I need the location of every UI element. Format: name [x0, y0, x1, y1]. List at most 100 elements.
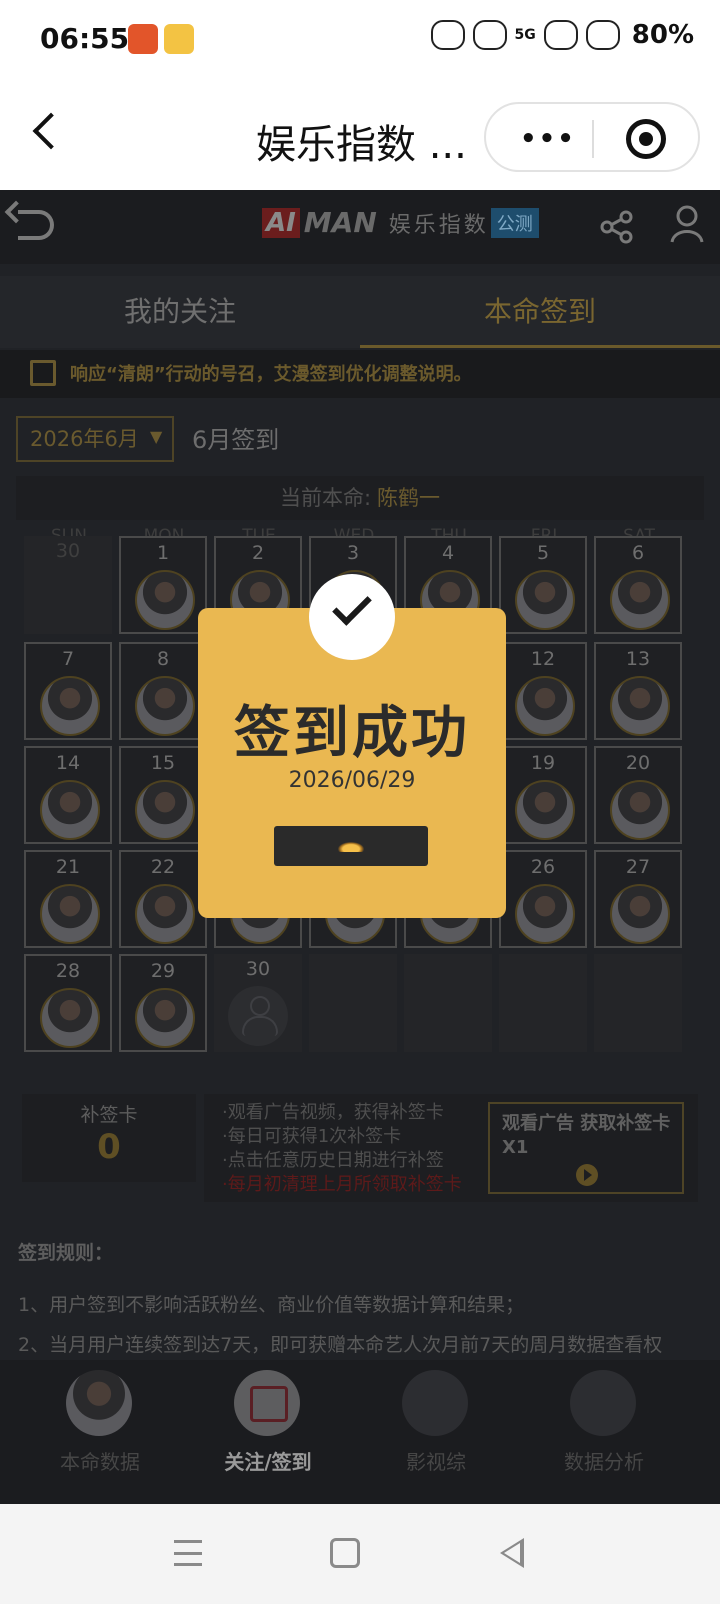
modal-date: 2026/06/29: [288, 768, 416, 793]
watch-ad-button[interactable]: 观看广告 获取补签卡X1: [488, 1102, 684, 1194]
nav-label: 关注/签到: [224, 1450, 312, 1474]
check-icon: [332, 586, 372, 626]
calendar-day-empty: [594, 954, 682, 1052]
avatar: [66, 1370, 132, 1436]
calendar-day-21[interactable]: 21: [24, 850, 112, 948]
notice-banner[interactable]: 响应“清朗”行动的号召，艾漫签到优化调整说明。: [0, 350, 720, 398]
calendar-day-19[interactable]: 19: [499, 746, 587, 844]
calendar-day-8[interactable]: 8: [119, 642, 207, 740]
notice-text: 响应“清朗”行动的号召，艾漫签到优化调整说明。: [70, 364, 472, 385]
calendar-day-22[interactable]: 22: [119, 850, 207, 948]
nav-idol-data[interactable]: 本命数据: [10, 1370, 190, 1490]
calendar-day-6[interactable]: 6: [594, 536, 682, 634]
calendar-day-12[interactable]: 12: [499, 642, 587, 740]
avatar: [515, 884, 575, 944]
tab-bar: 我的关注 本命签到: [0, 276, 720, 348]
avatar: [40, 988, 100, 1048]
avatar: [135, 884, 195, 944]
recent-apps-icon[interactable]: [174, 1540, 202, 1566]
calendar-day-30[interactable]: 30: [214, 954, 302, 1052]
undo-back-icon[interactable]: [18, 210, 54, 240]
back-icon[interactable]: [32, 112, 70, 150]
calendar-day-14[interactable]: 14: [24, 746, 112, 844]
status-bar: 06:55 5G 80%: [0, 0, 720, 84]
bar-chart-icon: [402, 1370, 468, 1436]
beta-badge: 公测: [490, 207, 539, 238]
calendar-day-empty: [404, 954, 492, 1052]
calendar-day-15[interactable]: 15: [119, 746, 207, 844]
signal-icon: [472, 20, 507, 50]
calendar-day-26[interactable]: 26: [499, 850, 587, 948]
avatar: [610, 676, 670, 736]
avatar: [135, 676, 195, 736]
logo-man: MAN: [303, 206, 377, 239]
avatar: [40, 884, 100, 944]
nav-label: 数据分析: [564, 1450, 644, 1474]
success-check-badge: [309, 574, 395, 660]
dropdown-arrow-icon: ▼: [150, 427, 163, 446]
play-icon: [576, 1164, 598, 1186]
logo-ai: AI: [262, 207, 300, 238]
calendar-day-empty: [499, 954, 587, 1052]
signal-strength-icon: [543, 20, 578, 50]
rule-item: 2、当月用户连续签到达7天，即可获赠本命艺人次月前7天的周月数据查看权: [18, 1334, 663, 1356]
calendar-icon: [234, 1370, 300, 1436]
month-checkin-label: 6月签到: [192, 426, 280, 454]
modal-title: 签到成功: [234, 701, 470, 766]
avatar: [135, 570, 195, 630]
user-icon[interactable]: [670, 204, 704, 244]
status-time: 06:55: [40, 22, 130, 55]
current-idol-label: 当前本命:: [279, 486, 372, 510]
calendar-day-empty: [309, 954, 397, 1052]
calendar-day-5[interactable]: 5: [499, 536, 587, 634]
logo-text: 娱乐指数: [388, 212, 489, 238]
network-type: 5G: [514, 27, 536, 43]
tab-checkin[interactable]: 本命签到: [360, 276, 720, 348]
nav-film-tv-variety[interactable]: 影视综: [346, 1370, 526, 1490]
tab-my-follows[interactable]: 我的关注: [0, 276, 360, 348]
avatar: [515, 676, 575, 736]
calendar-day-29[interactable]: 29: [119, 954, 207, 1052]
calendar-day-28[interactable]: 28: [24, 954, 112, 1052]
modal-action-button[interactable]: [274, 826, 428, 866]
nav-follow-checkin[interactable]: 关注/签到: [178, 1370, 358, 1490]
miniprogram-top-bar: 娱乐指数 ... •••: [0, 84, 720, 190]
avatar: [610, 570, 670, 630]
tip-makeup-any-date: ·点击任意历史日期进行补签: [222, 1150, 444, 1171]
makeup-card-count: 0: [97, 1127, 121, 1167]
avatar: [135, 988, 195, 1048]
rules-title: 签到规则：: [18, 1242, 114, 1264]
more-menu-button[interactable]: •••: [520, 124, 576, 154]
avatar: [135, 780, 195, 840]
home-icon[interactable]: [330, 1538, 360, 1568]
nav-label: 本命数据: [60, 1450, 140, 1474]
avatar: [40, 676, 100, 736]
current-idol-name[interactable]: 陈鹤一: [377, 486, 440, 510]
fire-icon: [338, 842, 364, 852]
system-back-icon[interactable]: [500, 1538, 524, 1568]
avatar: [610, 884, 670, 944]
close-miniprogram-icon[interactable]: [626, 119, 666, 159]
capsule-divider: [592, 120, 594, 158]
calendar-day-20[interactable]: 20: [594, 746, 682, 844]
status-icons: 5G 80%: [430, 20, 694, 50]
wifi-icon: [430, 20, 465, 50]
tip-monthly-clear: ·每月初清理上月所领取补签卡: [222, 1174, 462, 1195]
nav-data-analysis[interactable]: 数据分析: [514, 1370, 694, 1490]
speaker-icon: [30, 360, 56, 386]
avatar: [515, 570, 575, 630]
app-logo: AI MAN 娱乐指数 公测: [262, 206, 539, 239]
calendar-day-7[interactable]: 7: [24, 642, 112, 740]
makeup-card-box: 补签卡 0: [22, 1094, 196, 1182]
system-nav-bar: [0, 1504, 720, 1604]
calendar-day-prev-30: 30: [24, 536, 112, 634]
calendar-day-1[interactable]: 1: [119, 536, 207, 634]
calendar-day-27[interactable]: 27: [594, 850, 682, 948]
share-icon[interactable]: [600, 210, 634, 244]
tip-daily-limit: ·每日可获得1次补签卡: [222, 1126, 402, 1147]
makeup-card-title: 补签卡: [80, 1104, 138, 1126]
avatar: [515, 780, 575, 840]
nav-label: 影视综: [406, 1450, 466, 1474]
calendar-day-13[interactable]: 13: [594, 642, 682, 740]
weibo-notification-icon: [164, 24, 194, 54]
